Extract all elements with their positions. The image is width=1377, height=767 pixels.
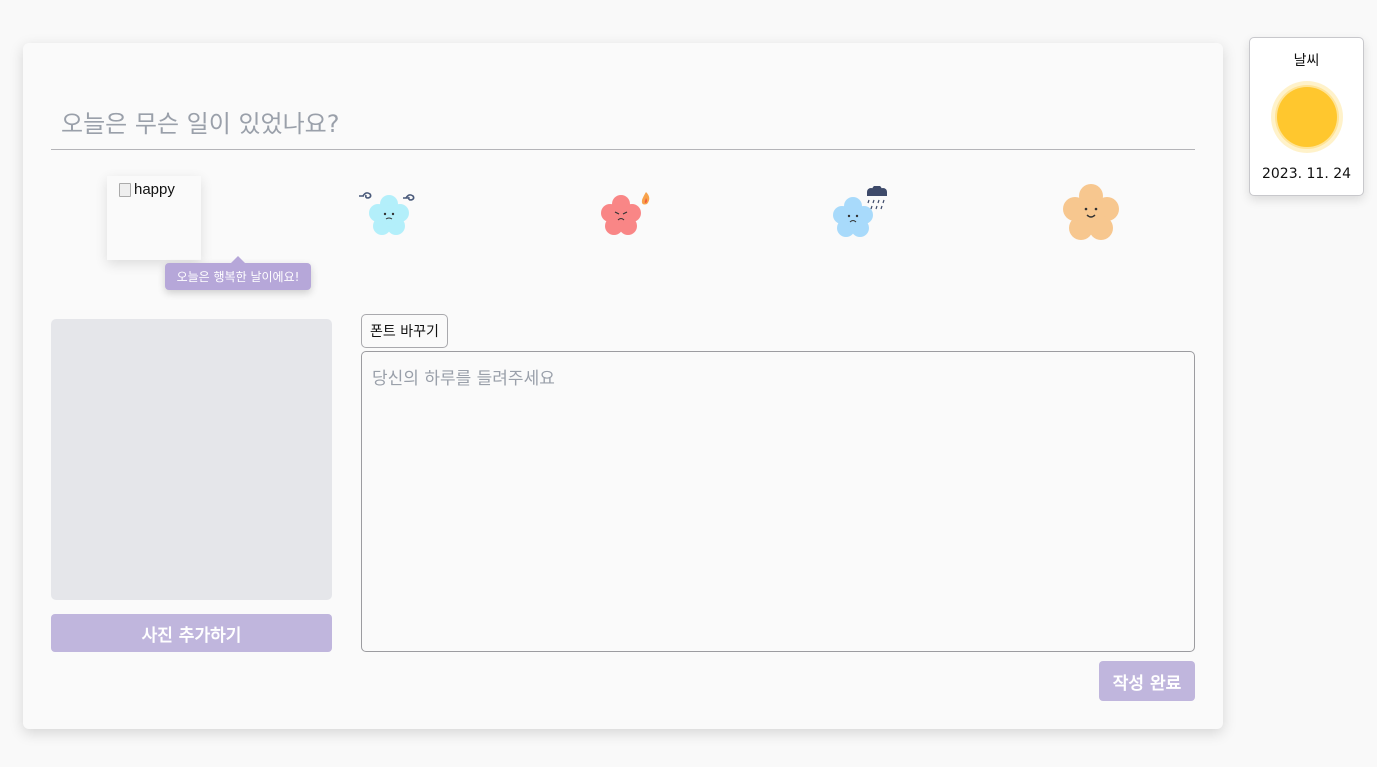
diary-textarea[interactable] <box>361 351 1195 652</box>
weather-card: 날씨 2023. 11. 24 <box>1249 37 1364 196</box>
photo-preview[interactable] <box>51 319 332 600</box>
emotion-sad-option[interactable] <box>827 186 889 248</box>
windy-flower-icon <box>359 192 415 235</box>
rainy-flower-icon <box>833 186 887 237</box>
broken-image-icon <box>119 182 131 197</box>
title-input[interactable] <box>51 99 1195 150</box>
angry-flower-icon <box>601 192 650 235</box>
diary-editor-card: happy 오늘은 행복한 날이에요! <box>23 43 1223 729</box>
emotion-happy-option[interactable]: happy 오늘은 행복한 날이에요! <box>107 176 311 290</box>
weather-date: 2023. 11. 24 <box>1261 166 1352 182</box>
change-font-button[interactable]: 폰트 바꾸기 <box>361 314 448 348</box>
add-photo-button[interactable]: 사진 추가하기 <box>51 614 332 652</box>
emotion-tooltip: 오늘은 행복한 날이에요! <box>165 256 311 290</box>
emotion-tooltip-text: 오늘은 행복한 날이에요! <box>176 270 300 284</box>
emotion-angry-option[interactable] <box>593 186 653 246</box>
happy-image-alt: happy <box>134 181 175 198</box>
submit-button[interactable]: 작성 완료 <box>1099 661 1195 701</box>
happy-image: happy <box>119 181 175 198</box>
emotion-neutral-option[interactable] <box>1057 180 1125 250</box>
neutral-flower-icon <box>1063 184 1119 240</box>
emotion-windy-option[interactable] <box>359 186 419 246</box>
emotion-selector: happy 오늘은 행복한 날이에요! <box>23 168 1223 290</box>
sun-icon <box>1271 81 1343 153</box>
weather-title: 날씨 <box>1293 53 1320 69</box>
